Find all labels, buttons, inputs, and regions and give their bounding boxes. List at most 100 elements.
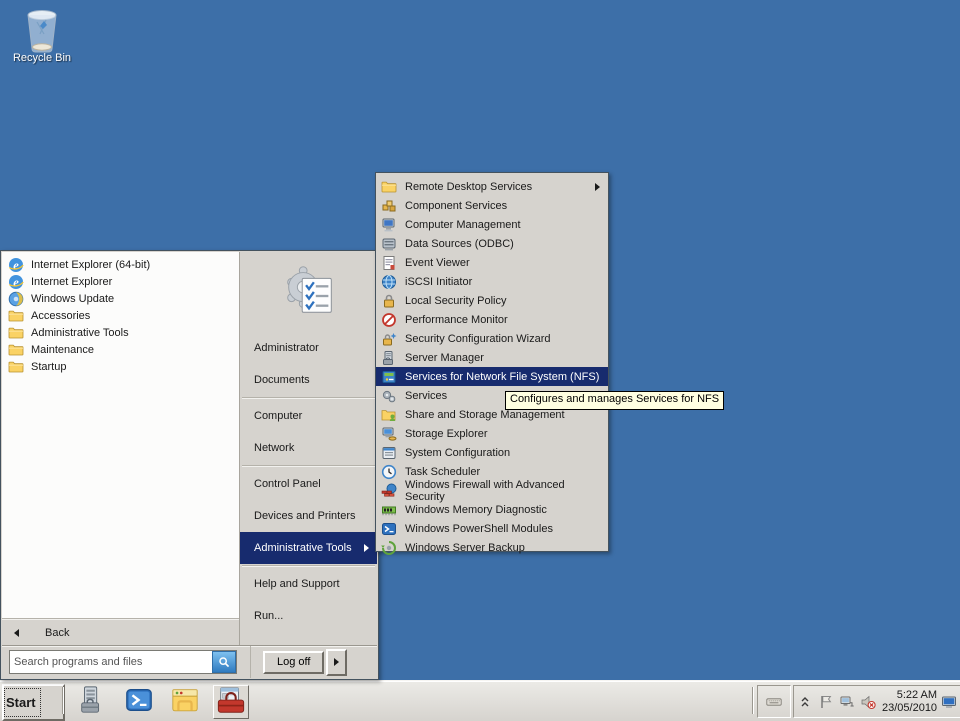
submenu-item-windows-server-backup[interactable]: Windows Server Backup: [376, 538, 608, 557]
windows-explorer-icon: [170, 685, 200, 718]
start-menu-item-label: Computer: [254, 410, 302, 422]
submenu-item-label: Windows PowerShell Modules: [405, 523, 553, 535]
start-menu-item-administrator[interactable]: Administrator: [240, 332, 377, 364]
start-menu-item-documents[interactable]: Documents: [240, 364, 377, 396]
firewall-icon: [381, 483, 397, 499]
recycle-bin-icon: [22, 6, 62, 52]
start-menu-item-help-and-support[interactable]: Help and Support: [240, 568, 377, 600]
program-item-label: Windows Update: [31, 293, 114, 305]
show-hidden-icons-chevron-icon[interactable]: [796, 693, 814, 711]
language-tray-section: [757, 685, 791, 718]
clock[interactable]: 5:22 AM 23/05/2010: [882, 689, 937, 715]
taskbar-separator: [62, 687, 63, 714]
submenu-item-component-services[interactable]: Component Services: [376, 196, 608, 215]
submenu-item-performance-monitor[interactable]: Performance Monitor: [376, 310, 608, 329]
program-item-label: Internet Explorer (64-bit): [31, 259, 150, 271]
submenu-arrow-icon: [595, 183, 600, 191]
program-item-maintenance[interactable]: Maintenance: [2, 341, 239, 358]
taskbar-button-administrative-tools[interactable]: [213, 685, 249, 719]
submenu-item-label: Windows Server Backup: [405, 542, 525, 554]
server-backup-icon: [381, 540, 397, 556]
submenu-item-windows-firewall-with-advanced-security[interactable]: Windows Firewall with Advanced Security: [376, 481, 608, 500]
search-input[interactable]: [10, 653, 212, 671]
taskbar-button-server-manager[interactable]: [75, 685, 109, 717]
submenu-arrow-icon: [364, 544, 369, 552]
submenu-item-system-configuration[interactable]: System Configuration: [376, 443, 608, 462]
submenu-item-label: Component Services: [405, 200, 507, 212]
submenu-item-security-configuration-wizard[interactable]: Security Configuration Wizard: [376, 329, 608, 348]
network-icon[interactable]: [838, 693, 856, 711]
task-scheduler-icon: [381, 464, 397, 480]
start-menu-bottom-bar: Log off: [2, 645, 377, 678]
tooltip: Configures and manages Services for NFS: [505, 391, 724, 410]
start-menu-item-label: Network: [254, 442, 294, 454]
start-menu-item-label: Administrative Tools: [254, 542, 352, 554]
search-icon[interactable]: [212, 651, 236, 673]
start-menu-item-run[interactable]: Run...: [240, 600, 377, 632]
start-menu-item-label: Administrator: [254, 342, 319, 354]
submenu-item-remote-desktop-services[interactable]: Remote Desktop Services: [376, 177, 608, 196]
back-arrow-icon: [14, 629, 19, 637]
security-lock-icon: [381, 293, 397, 309]
windows-update-icon: [8, 291, 24, 307]
submenu-item-label: Windows Memory Diagnostic: [405, 504, 547, 516]
chevron-right-icon: [334, 658, 339, 666]
start-button[interactable]: Start: [2, 684, 65, 721]
program-item-internet-explorer[interactable]: eInternet Explorer: [2, 273, 239, 290]
program-item-label: Startup: [31, 361, 66, 373]
program-item-internet-explorer-64-bit[interactable]: eInternet Explorer (64-bit): [2, 256, 239, 273]
action-center-flag-icon[interactable]: [817, 693, 835, 711]
program-item-startup[interactable]: Startup: [2, 358, 239, 375]
search-box: [9, 650, 237, 674]
folder-icon: [8, 359, 24, 375]
logoff-options-button[interactable]: [326, 649, 347, 676]
submenu-item-label: Event Viewer: [405, 257, 470, 269]
program-item-windows-update[interactable]: Windows Update: [2, 290, 239, 307]
start-menu-programs-panel: eInternet Explorer (64-bit)eInternet Exp…: [2, 252, 240, 646]
display-icon[interactable]: [940, 693, 958, 711]
start-menu-item-label: Documents: [254, 374, 310, 386]
keyboard-icon[interactable]: [765, 693, 783, 711]
start-menu-item-label: Control Panel: [254, 478, 321, 490]
submenu-item-event-viewer[interactable]: Event Viewer: [376, 253, 608, 272]
start-menu-item-network[interactable]: Network: [240, 432, 377, 464]
start-menu-item-computer[interactable]: Computer: [240, 400, 377, 432]
program-item-label: Maintenance: [31, 344, 94, 356]
start-menu-item-control-panel[interactable]: Control Panel: [240, 468, 377, 500]
taskbar-button-windows-powershell[interactable]: [122, 685, 156, 717]
submenu-item-storage-explorer[interactable]: Storage Explorer: [376, 424, 608, 443]
start-menu-item-devices-and-printers[interactable]: Devices and Printers: [240, 500, 377, 532]
logoff-button[interactable]: Log off: [263, 651, 324, 674]
nfs-services-icon: [381, 369, 397, 385]
system-configuration-icon: [381, 445, 397, 461]
start-button-label: Start: [6, 690, 39, 715]
memory-diagnostic-icon: [381, 502, 397, 518]
server-manager-icon: [77, 685, 107, 718]
volume-muted-icon[interactable]: [859, 693, 877, 711]
submenu-item-windows-memory-diagnostic[interactable]: Windows Memory Diagnostic: [376, 500, 608, 519]
programs-spacer: [2, 375, 239, 618]
taskbar-separator: [752, 687, 753, 714]
submenu-item-data-sources-odbc[interactable]: Data Sources (ODBC): [376, 234, 608, 253]
submenu-item-server-manager[interactable]: Server Manager: [376, 348, 608, 367]
menu-separator: [242, 465, 375, 467]
start-menu-item-label: Devices and Printers: [254, 510, 356, 522]
windows-powershell-icon: [124, 685, 154, 718]
program-item-accessories[interactable]: Accessories: [2, 307, 239, 324]
back-item[interactable]: Back: [2, 618, 239, 646]
recycle-bin[interactable]: Recycle Bin: [6, 6, 78, 64]
submenu-item-local-security-policy[interactable]: Local Security Policy: [376, 291, 608, 310]
taskbar-button-windows-explorer[interactable]: [168, 685, 202, 717]
programs-list: eInternet Explorer (64-bit)eInternet Exp…: [2, 256, 239, 375]
start-menu-item-administrative-tools[interactable]: Administrative Tools: [240, 532, 377, 564]
submenu-item-windows-powershell-modules[interactable]: Windows PowerShell Modules: [376, 519, 608, 538]
submenu-item-label: System Configuration: [405, 447, 510, 459]
program-item-administrative-tools[interactable]: Administrative Tools: [2, 324, 239, 341]
submenu-item-iscsi-initiator[interactable]: iSCSI Initiator: [376, 272, 608, 291]
submenu-item-label: Data Sources (ODBC): [405, 238, 514, 250]
submenu-item-services-for-network-file-system-nfs[interactable]: Services for Network File System (NFS): [376, 367, 608, 386]
svg-text:e: e: [13, 275, 19, 289]
submenu-item-computer-management[interactable]: Computer Management: [376, 215, 608, 234]
folder-icon: [8, 308, 24, 324]
submenu-item-label: Storage Explorer: [405, 428, 488, 440]
